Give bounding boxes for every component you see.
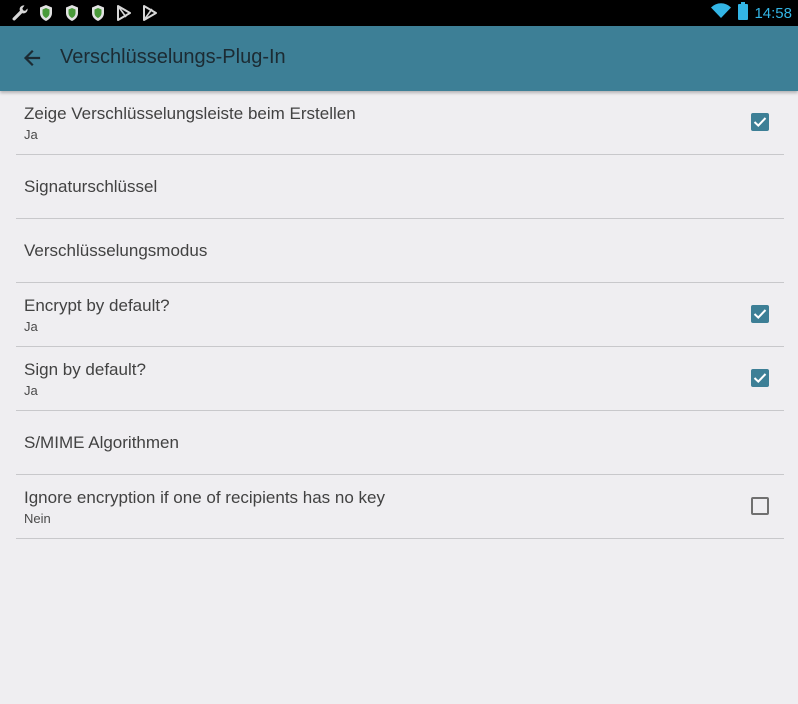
pref-smime-algorithms[interactable]: S/MIME Algorithmen <box>16 411 784 475</box>
pref-signature-key[interactable]: Signaturschlüssel <box>16 155 784 219</box>
wifi-icon <box>710 2 732 25</box>
ignore-encryption-checkbox[interactable] <box>751 497 769 515</box>
clock: 14:58 <box>754 4 792 22</box>
pref-title: Sign by default? <box>24 360 146 379</box>
wrench-icon <box>10 3 30 23</box>
pref-title: Verschlüsselungsmodus <box>24 241 208 260</box>
notification-icons <box>10 3 166 23</box>
sign-by-default-checkbox[interactable] <box>751 369 769 387</box>
shield-icon <box>36 3 56 23</box>
play-store-icon <box>140 3 160 23</box>
checkmark-icon <box>753 309 767 320</box>
pref-summary: Ja <box>24 319 38 334</box>
checkmark-icon <box>753 117 767 128</box>
pref-title: Encrypt by default? <box>24 296 170 315</box>
pref-title: Zeige Verschlüsselungsleiste beim Erstel… <box>24 104 356 123</box>
pref-ignore-encryption-no-key[interactable]: Ignore encryption if one of recipients h… <box>16 475 784 539</box>
play-store-icon <box>114 3 134 23</box>
shield-icon <box>62 3 82 23</box>
back-button[interactable] <box>14 40 50 76</box>
battery-icon <box>738 1 749 25</box>
pref-title: S/MIME Algorithmen <box>24 433 179 452</box>
pref-summary: Ja <box>24 383 38 398</box>
status-bar: 14:58 <box>0 0 798 26</box>
pref-sign-by-default[interactable]: Sign by default? Ja <box>16 347 784 411</box>
encrypt-by-default-checkbox[interactable] <box>751 305 769 323</box>
shield-icon <box>88 3 108 23</box>
pref-encryption-mode[interactable]: Verschlüsselungsmodus <box>16 219 784 283</box>
pref-encrypt-by-default[interactable]: Encrypt by default? Ja <box>16 283 784 347</box>
checkmark-icon <box>753 373 767 384</box>
pref-summary: Nein <box>24 511 51 526</box>
system-icons: 14:58 <box>710 1 792 25</box>
pref-show-encryption-bar[interactable]: Zeige Verschlüsselungsleiste beim Erstel… <box>16 91 784 155</box>
preference-list: Zeige Verschlüsselungsleiste beim Erstel… <box>16 91 784 539</box>
page-title: Verschlüsselungs-Plug-In <box>60 46 286 68</box>
show-encryption-bar-checkbox[interactable] <box>751 113 769 131</box>
action-bar: Verschlüsselungs-Plug-In <box>0 26 798 91</box>
back-arrow-icon <box>23 49 41 67</box>
pref-title: Signaturschlüssel <box>24 177 158 196</box>
pref-title: Ignore encryption if one of recipients h… <box>24 488 385 507</box>
pref-summary: Ja <box>24 127 38 142</box>
